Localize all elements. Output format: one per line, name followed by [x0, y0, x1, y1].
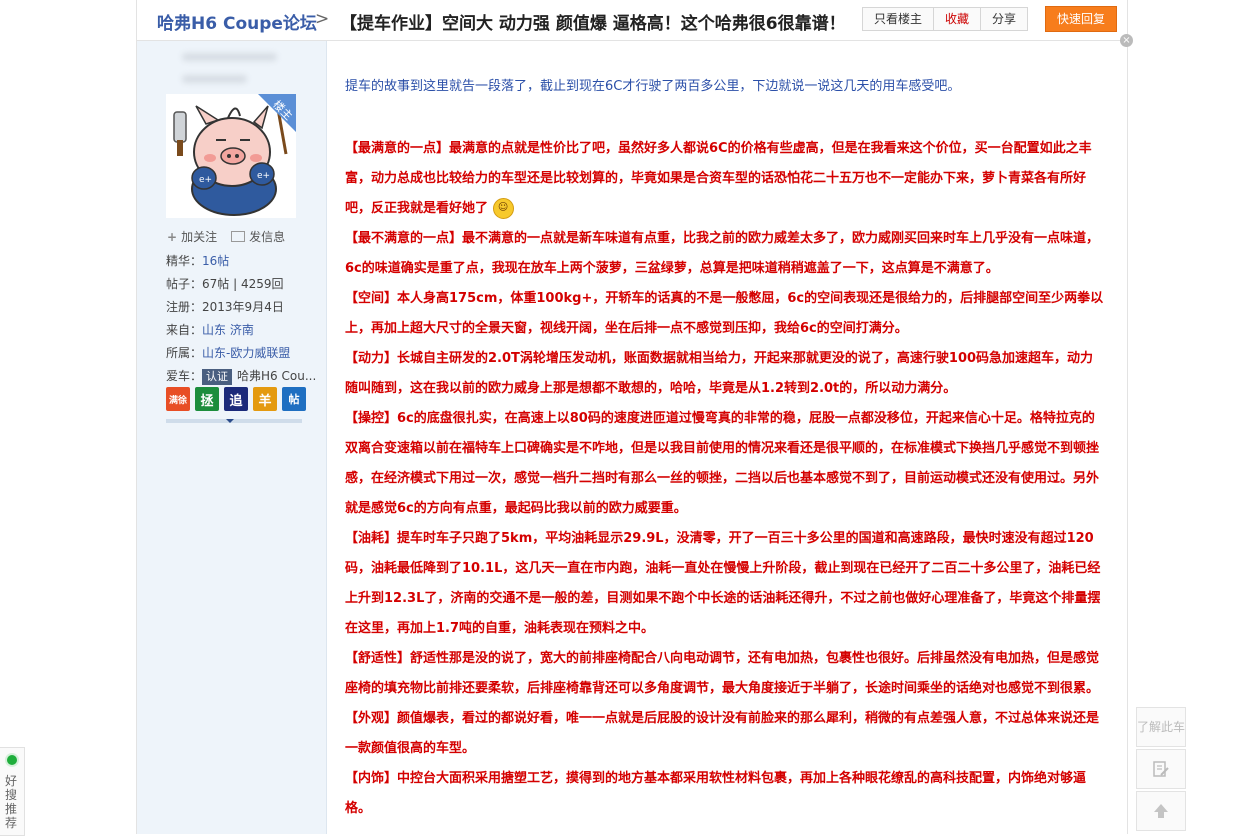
learn-car-button[interactable]: 了解此车 — [1136, 707, 1186, 747]
car-model-link[interactable]: 哈弗H6 Cou... — [237, 369, 316, 383]
post-paragraph: 【油耗】提车时车子只跑了5km，平均油耗显示29.9L，没清零，开了一百三十多公… — [345, 531, 1101, 636]
divider — [166, 419, 302, 423]
stat-car: 爱车： 认证 哈弗H6 Cou... — [166, 369, 317, 385]
post-paragraph: 【空间】本人身高175cm，体重100kg+，开轿车的话真的不是一般憋屈，6c的… — [345, 291, 1104, 336]
post-action-buttons: 只看楼主 收藏 分享 — [862, 7, 1029, 31]
forum-post-container: 哈弗H6 Coupe论坛 > 【提车作业】空间大 动力强 颜值爆 逼格高！这个哈… — [136, 0, 1133, 834]
expand-arrow-icon[interactable] — [226, 419, 234, 423]
mail-icon — [231, 231, 246, 242]
follow-label: 加关注 — [181, 230, 218, 244]
post-intro: 提车的故事到这里就告一段落了，截止到现在6C才行驶了两百多公里，下边就说一说这几… — [345, 79, 961, 94]
share-button[interactable]: 分享 — [981, 8, 1028, 30]
medal-badges: 满徐 拯 追 羊 帖 — [166, 387, 306, 411]
post-title: 【提车作业】空间大 动力强 颜值爆 逼格高！这个哈弗很6很靠谱！ — [340, 14, 846, 34]
smiley-emoji-icon: ☺ — [492, 198, 514, 219]
post-paragraph: 【最满意的一点】最满意的点就是性价比了吧，虽然好多人都说6C的价格有些虚高，但是… — [345, 134, 1105, 224]
user-stats: 精华：16帖 帖子：67帖 | 4259回 注册：2013年9月4日 来自：山东… — [166, 250, 316, 388]
medal-badge-5[interactable]: 帖 — [282, 387, 306, 411]
medal-badge-1[interactable]: 满徐 — [166, 387, 190, 411]
plus-icon: + — [167, 229, 178, 244]
edit-post-button[interactable] — [1136, 749, 1186, 789]
club-link[interactable]: 山东-欧力威联盟 — [202, 346, 290, 360]
post-paragraph: 【动力】长城自主研发的2.0T涡轮增压发动机，账面数据就相当给力，开起来那就更没… — [345, 351, 1094, 396]
back-to-top-button[interactable] — [1136, 791, 1186, 831]
status-dot-icon — [7, 755, 17, 765]
post-paragraph: 【最不满意的一点】最不满意的一点就是新车味道有点重，比我之前的欧力威差太多了，欧… — [345, 231, 1100, 276]
floating-tools: 了解此车 — [1136, 707, 1186, 833]
certified-badge: 认证 — [202, 369, 233, 385]
medal-badge-2[interactable]: 拯 — [195, 387, 219, 411]
location-link[interactable]: 山东 济南 — [202, 323, 254, 337]
haosou-recommend-label: 好搜推荐 — [5, 774, 18, 830]
post-content: 提车的故事到这里就告一段落了，截止到现在6C才行驶了两百多公里，下边就说一说这几… — [345, 74, 1105, 824]
stat-essence: 精华：16帖 — [166, 254, 230, 268]
favorite-button[interactable]: 收藏 — [934, 8, 982, 30]
author-sidebar: e+ e+ 楼主 + 加关注 发信息 精华：16帖 帖子：67帖 | 4259回… — [137, 41, 327, 834]
edit-icon — [1153, 761, 1169, 777]
forum-name-link[interactable]: 哈弗H6 Coupe论坛 — [157, 9, 317, 34]
post-paragraph: 【舒适性】舒适性那是没的说了，宽大的前排座椅配合八向电动调节，还有电加热，包裹性… — [345, 651, 1100, 696]
medal-badge-4[interactable]: 羊 — [253, 387, 277, 411]
arrow-up-icon — [1154, 804, 1168, 818]
post-paragraph: 【外观】颜值爆表，看过的都说好看，唯一一点就是后屁股的设计没有前脸来的那么犀利，… — [345, 711, 1100, 756]
haosou-recommend-tab[interactable]: 好搜推荐 — [0, 747, 25, 836]
follow-button[interactable]: + 加关注 — [167, 228, 217, 245]
svg-text:e+: e+ — [199, 175, 212, 185]
post-paragraph: 【内饰】中控台大面积采用搪塑工艺，摸得到的地方基本都采用软性材料包裹，再加上各种… — [345, 771, 1087, 816]
stat-registered: 注册：2013年9月4日 — [166, 300, 284, 314]
stat-posts: 帖子：67帖 | 4259回 — [166, 277, 284, 291]
register-date: 2013年9月4日 — [202, 300, 284, 314]
close-icon[interactable]: × — [1120, 34, 1133, 47]
essence-count-link[interactable]: 16帖 — [202, 254, 229, 268]
medal-badge-3[interactable]: 追 — [224, 387, 248, 411]
stat-location: 来自：山东 济南 — [166, 323, 254, 337]
quick-reply-button[interactable]: 快速回复 — [1045, 6, 1117, 32]
blurred-username — [182, 53, 277, 61]
post-topbar: 哈弗H6 Coupe论坛 > 【提车作业】空间大 动力强 颜值爆 逼格高！这个哈… — [137, 0, 1127, 41]
stat-club: 所属：山东-欧力威联盟 — [166, 346, 291, 360]
message-button[interactable]: 发信息 — [231, 228, 285, 245]
blurred-user-level — [182, 75, 247, 83]
owner-badge: 楼主 — [270, 97, 296, 123]
only-owner-button[interactable]: 只看楼主 — [863, 8, 935, 30]
post-paragraph: 【操控】6c的底盘很扎实，在高速上以80码的速度进匝道过慢弯真的非常的稳，屁股一… — [345, 411, 1100, 516]
message-label: 发信息 — [249, 230, 286, 244]
user-actions: + 加关注 发信息 — [167, 228, 285, 245]
breadcrumb-arrow-icon: > — [315, 9, 330, 29]
svg-text:e+: e+ — [257, 171, 270, 181]
avatar[interactable]: e+ e+ 楼主 — [166, 94, 296, 218]
posts-count: 67帖 | 4259回 — [202, 277, 284, 291]
